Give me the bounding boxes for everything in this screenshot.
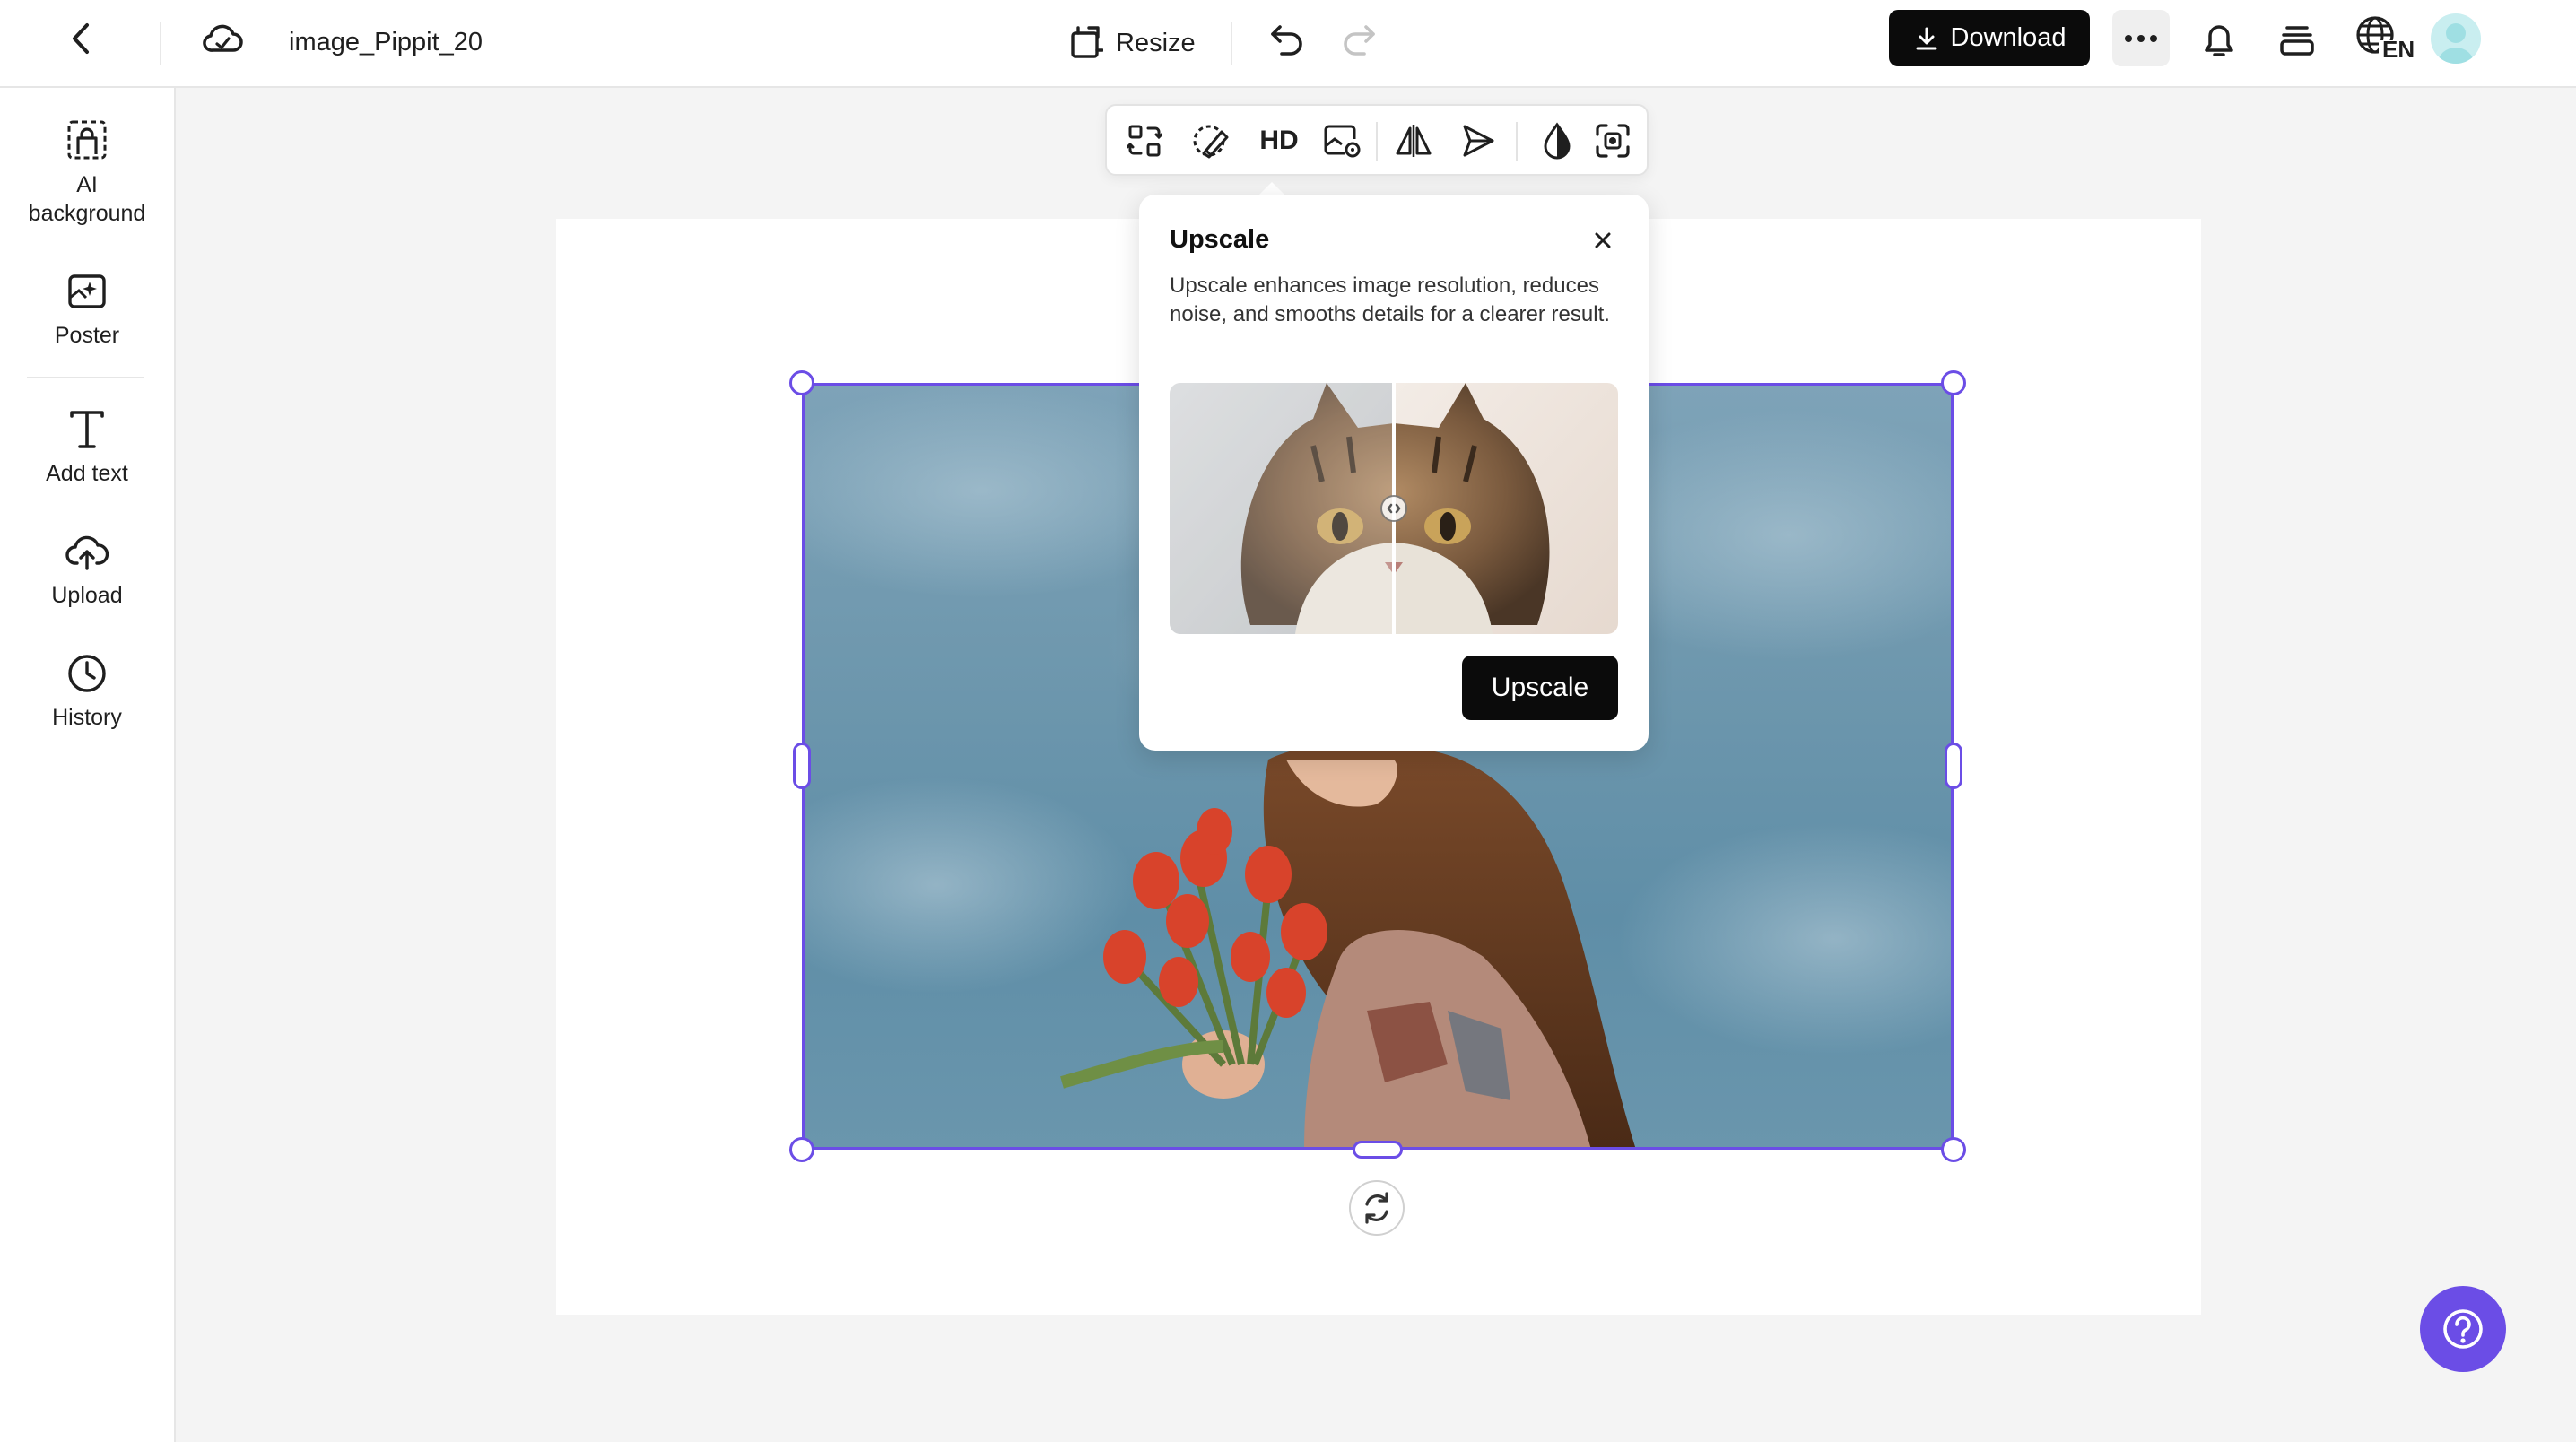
before-after-preview [1170, 383, 1618, 634]
sidebar-divider [27, 377, 144, 378]
ai-background-icon [67, 120, 107, 160]
opacity-button[interactable] [1532, 118, 1582, 163]
toolbar-divider [1376, 122, 1378, 161]
flip-button[interactable] [1388, 118, 1439, 163]
magic-eraser-icon [1193, 125, 1229, 159]
bell-icon [2205, 25, 2233, 56]
assets-button[interactable] [2275, 16, 2319, 63]
poster-icon [68, 274, 106, 308]
layers-icon [2280, 26, 2314, 56]
opacity-icon [1544, 122, 1571, 160]
file-name[interactable]: image_Pippit_20 [289, 20, 483, 65]
redo-button[interactable] [1336, 18, 1381, 61]
sidebar-item-label: AI background [28, 172, 146, 226]
question-icon [2443, 1309, 2483, 1349]
sidebar-item-label: Add text [46, 461, 128, 486]
cat-comparison-image [1170, 383, 1618, 634]
sidebar-item-ai-background[interactable]: AI background [0, 118, 174, 228]
magic-eraser-button[interactable] [1186, 118, 1236, 163]
upscale-popover: Upscale Upscale enhances image resolutio… [1139, 195, 1649, 751]
focus-icon [1596, 124, 1630, 158]
resize-handle-left[interactable] [793, 743, 811, 789]
upload-icon [65, 535, 109, 570]
user-icon [2438, 23, 2474, 64]
sidebar-item-add-text[interactable]: Add text [0, 409, 174, 488]
cloud-save-button[interactable] [199, 17, 246, 60]
flip-icon [1396, 125, 1432, 157]
language-button[interactable]: EN [2352, 13, 2415, 65]
focus-button[interactable] [1588, 118, 1638, 163]
resize-label: Resize [1116, 28, 1196, 57]
text-icon [70, 411, 104, 448]
left-sidebar: AI background Poster Add text Upload His… [0, 88, 176, 1442]
resize-handle-bottom-left[interactable] [789, 1137, 814, 1162]
image-edit-icon [1324, 125, 1361, 158]
resize-handle-right[interactable] [1945, 743, 1962, 789]
sidebar-item-upload[interactable]: Upload [0, 531, 174, 610]
sidebar-item-label: Upload [51, 583, 123, 608]
divider [1231, 22, 1232, 65]
sidebar-item-label: Poster [54, 323, 120, 348]
top-bar: image_Pippit_20 Resize Download EN [0, 0, 2576, 88]
more-options-button[interactable] [2112, 10, 2170, 66]
back-button[interactable] [59, 17, 102, 60]
cloud-icon [203, 24, 243, 52]
download-icon [1916, 27, 1936, 49]
undo-icon [1271, 25, 1302, 56]
rotate-button[interactable] [1349, 1180, 1405, 1236]
arrange-button[interactable] [1453, 118, 1503, 163]
resize-button[interactable]: Resize [1067, 16, 1196, 70]
upscale-button[interactable]: Upscale [1462, 656, 1618, 720]
avatar[interactable] [2431, 13, 2481, 64]
language-code: EN [2382, 36, 2415, 63]
download-label: Download [1950, 23, 2067, 52]
sidebar-item-label: History [52, 705, 122, 730]
resize-handle-top-left[interactable] [789, 370, 814, 395]
popover-title: Upscale [1170, 225, 1270, 254]
rotate-icon [1365, 1192, 1388, 1224]
sidebar-item-poster[interactable]: Poster [0, 271, 174, 350]
resize-handle-top-right[interactable] [1941, 370, 1966, 395]
sidebar-item-history[interactable]: History [0, 653, 174, 732]
popover-description: Upscale enhances image resolution, reduc… [1170, 274, 1610, 326]
resize-handle-bottom[interactable] [1353, 1141, 1403, 1159]
more-icon [2125, 34, 2157, 42]
download-button[interactable]: Download [1889, 10, 2090, 66]
send-icon [1463, 125, 1494, 157]
image-toolbar: HD [1105, 104, 1649, 176]
chevron-left-icon [73, 23, 89, 54]
close-button[interactable] [1588, 225, 1618, 256]
resize-handle-bottom-right[interactable] [1941, 1137, 1966, 1162]
help-button[interactable] [2420, 1286, 2506, 1372]
hd-button[interactable]: HD [1249, 118, 1310, 163]
notifications-button[interactable] [2196, 14, 2242, 65]
replace-button[interactable] [1119, 118, 1170, 163]
resize-icon [1071, 26, 1103, 58]
divider [160, 22, 161, 65]
undo-button[interactable] [1265, 18, 1310, 61]
toolbar-divider [1516, 122, 1518, 161]
replace-icon [1127, 125, 1162, 157]
history-icon [68, 655, 106, 692]
close-icon [1595, 232, 1611, 248]
image-edit-button[interactable] [1317, 118, 1367, 163]
redo-icon [1344, 25, 1375, 56]
